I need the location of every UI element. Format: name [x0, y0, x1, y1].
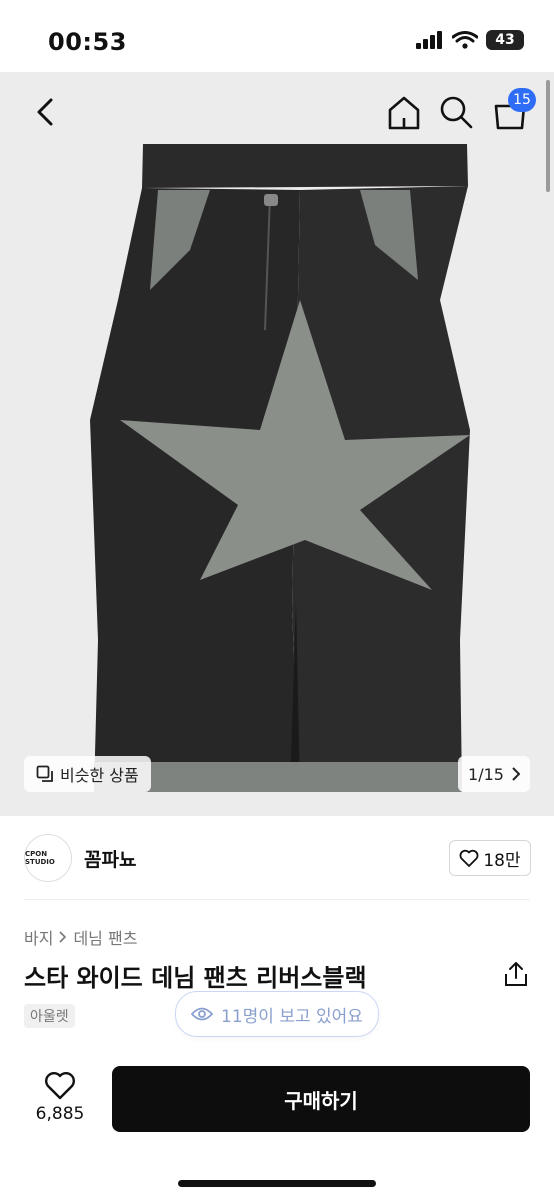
chevron-left-icon [37, 98, 53, 126]
copy-icon [36, 765, 53, 782]
search-button[interactable] [436, 92, 476, 132]
chevron-right-icon [59, 931, 67, 943]
product-photo [90, 144, 470, 792]
wish-button[interactable] [44, 1070, 76, 1100]
signal-icon [416, 31, 442, 49]
breadcrumb-subcategory[interactable]: 데님 팬츠 [73, 925, 137, 949]
eye-icon [191, 1007, 214, 1021]
home-icon [388, 96, 420, 130]
breadcrumb: 바지 데님 팬츠 [24, 925, 137, 949]
home-button[interactable] [384, 92, 424, 132]
chevron-right-icon [512, 767, 520, 781]
shop-name[interactable]: 꼼파뇨 [84, 845, 136, 872]
image-counter-button[interactable]: 1/15 [458, 756, 530, 792]
viewers-badge: 11명이 보고 있어요 [175, 991, 379, 1037]
share-icon [505, 962, 527, 986]
status-time: 00:53 [48, 28, 127, 56]
product-image[interactable] [0, 72, 554, 816]
viewers-text: 11명이 보고 있어요 [221, 1006, 363, 1027]
scroll-indicator [546, 80, 550, 192]
buy-button[interactable]: 구매하기 [112, 1066, 530, 1132]
product-title: 스타 와이드 데님 팬츠 리버스블랙 [24, 964, 367, 992]
similar-products-label: 비슷한 상품 [60, 766, 139, 785]
breadcrumb-category[interactable]: 바지 [24, 925, 53, 949]
shop-logo-text: CPON STUDIO [25, 850, 55, 866]
shop-like-button[interactable]: 18만 [449, 840, 531, 876]
cart-button[interactable]: 15 [490, 88, 536, 132]
share-button[interactable] [502, 960, 530, 988]
battery-indicator: 43 [486, 30, 524, 50]
status-icons: 43 [416, 30, 524, 50]
search-icon [440, 96, 473, 129]
similar-products-button[interactable]: 비슷한 상품 [24, 756, 151, 792]
heart-icon [45, 1072, 75, 1100]
home-indicator [178, 1180, 376, 1187]
heart-icon [459, 849, 479, 867]
shop-like-count: 18만 [483, 850, 521, 871]
divider [24, 899, 530, 900]
back-button[interactable] [28, 92, 62, 132]
outlet-tag: 아울렛 [24, 1004, 75, 1028]
image-counter: 1/15 [468, 764, 504, 784]
cart-count-badge: 15 [508, 88, 536, 112]
wifi-icon [452, 31, 478, 49]
wish-count: 6,885 [35, 1104, 85, 1124]
shop-logo[interactable]: CPON STUDIO [24, 834, 72, 882]
